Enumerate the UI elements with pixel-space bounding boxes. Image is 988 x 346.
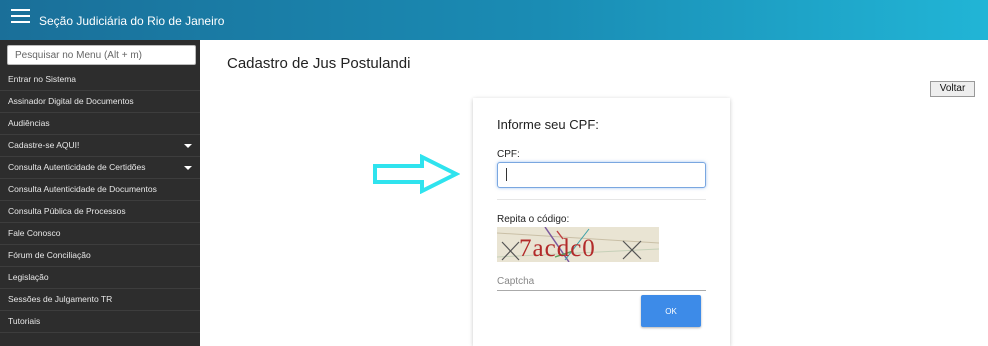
cpf-label: CPF: xyxy=(497,149,520,160)
top-bar: Seção Judiciária do Rio de Janeiro xyxy=(0,0,988,40)
sidebar-item-label: Entrar no Sistema xyxy=(8,74,77,84)
ok-button[interactable]: OK xyxy=(641,295,701,327)
sidebar-item-label: Sessões de Julgamento TR xyxy=(8,294,113,304)
sidebar-item[interactable]: Assinador Digital de Documentos xyxy=(0,91,200,113)
page-title: Cadastro de Jus Postulandi xyxy=(227,55,411,72)
cpf-input[interactable] xyxy=(497,162,706,188)
sidebar-item-label: Consulta Autenticidade de Documentos xyxy=(8,184,157,194)
captcha-image: 7acdc0 xyxy=(497,227,659,262)
sidebar-item-label: Cadastre-se AQUI! xyxy=(8,140,80,150)
sidebar-item-label: Assinador Digital de Documentos xyxy=(8,96,134,106)
captcha-input[interactable] xyxy=(497,273,706,291)
sidebar-item-label: Fórum de Conciliação xyxy=(8,250,91,260)
sidebar-item[interactable]: Entrar no Sistema xyxy=(0,69,200,91)
cpf-form-card: Informe seu CPF: CPF: Repita o código: 7… xyxy=(473,98,730,346)
sidebar-item[interactable]: Consulta Autenticidade de Certidões xyxy=(0,157,200,179)
sidebar-item[interactable]: Tutoriais xyxy=(0,311,200,333)
back-button[interactable]: Voltar xyxy=(930,81,975,97)
sidebar: Entrar no Sistema Assinador Digital de Do… xyxy=(0,40,200,346)
sidebar-item[interactable]: Cadastre-se AQUI! xyxy=(0,135,200,157)
sidebar-item-label: Fale Conosco xyxy=(8,228,61,238)
captcha-label: Repita o código: xyxy=(497,214,570,225)
app-title: Seção Judiciária do Rio de Janeiro xyxy=(39,14,225,28)
sidebar-item[interactable]: Audiências xyxy=(0,113,200,135)
sidebar-item[interactable]: Sessões de Julgamento TR xyxy=(0,289,200,311)
sidebar-item[interactable]: Fórum de Conciliação xyxy=(0,245,200,267)
hamburger-menu-icon[interactable] xyxy=(11,9,30,25)
sidebar-item-label: Consulta Pública de Processos xyxy=(8,206,126,216)
sidebar-item[interactable]: Fale Conosco xyxy=(0,223,200,245)
sidebar-item[interactable]: Legislação xyxy=(0,267,200,289)
sidebar-item-label: Consulta Autenticidade de Certidões xyxy=(8,162,146,172)
sidebar-item[interactable]: Consulta Autenticidade de Documentos xyxy=(0,179,200,201)
caret-down-icon[interactable] xyxy=(184,166,192,170)
caret-down-icon[interactable] xyxy=(184,144,192,148)
sidebar-item-label: Audiências xyxy=(8,118,50,128)
right-arrow-icon xyxy=(373,154,460,194)
text-cursor xyxy=(506,168,507,181)
captcha-text: 7acdc0 xyxy=(519,235,596,262)
sidebar-item-label: Tutoriais xyxy=(8,316,41,326)
menu-search-input[interactable] xyxy=(7,45,196,65)
divider xyxy=(497,199,706,200)
sidebar-item-label: Legislação xyxy=(8,272,49,282)
sidebar-menu: Entrar no Sistema Assinador Digital de Do… xyxy=(0,69,200,333)
sidebar-item[interactable]: Consulta Pública de Processos xyxy=(0,201,200,223)
form-heading: Informe seu CPF: xyxy=(497,117,599,132)
